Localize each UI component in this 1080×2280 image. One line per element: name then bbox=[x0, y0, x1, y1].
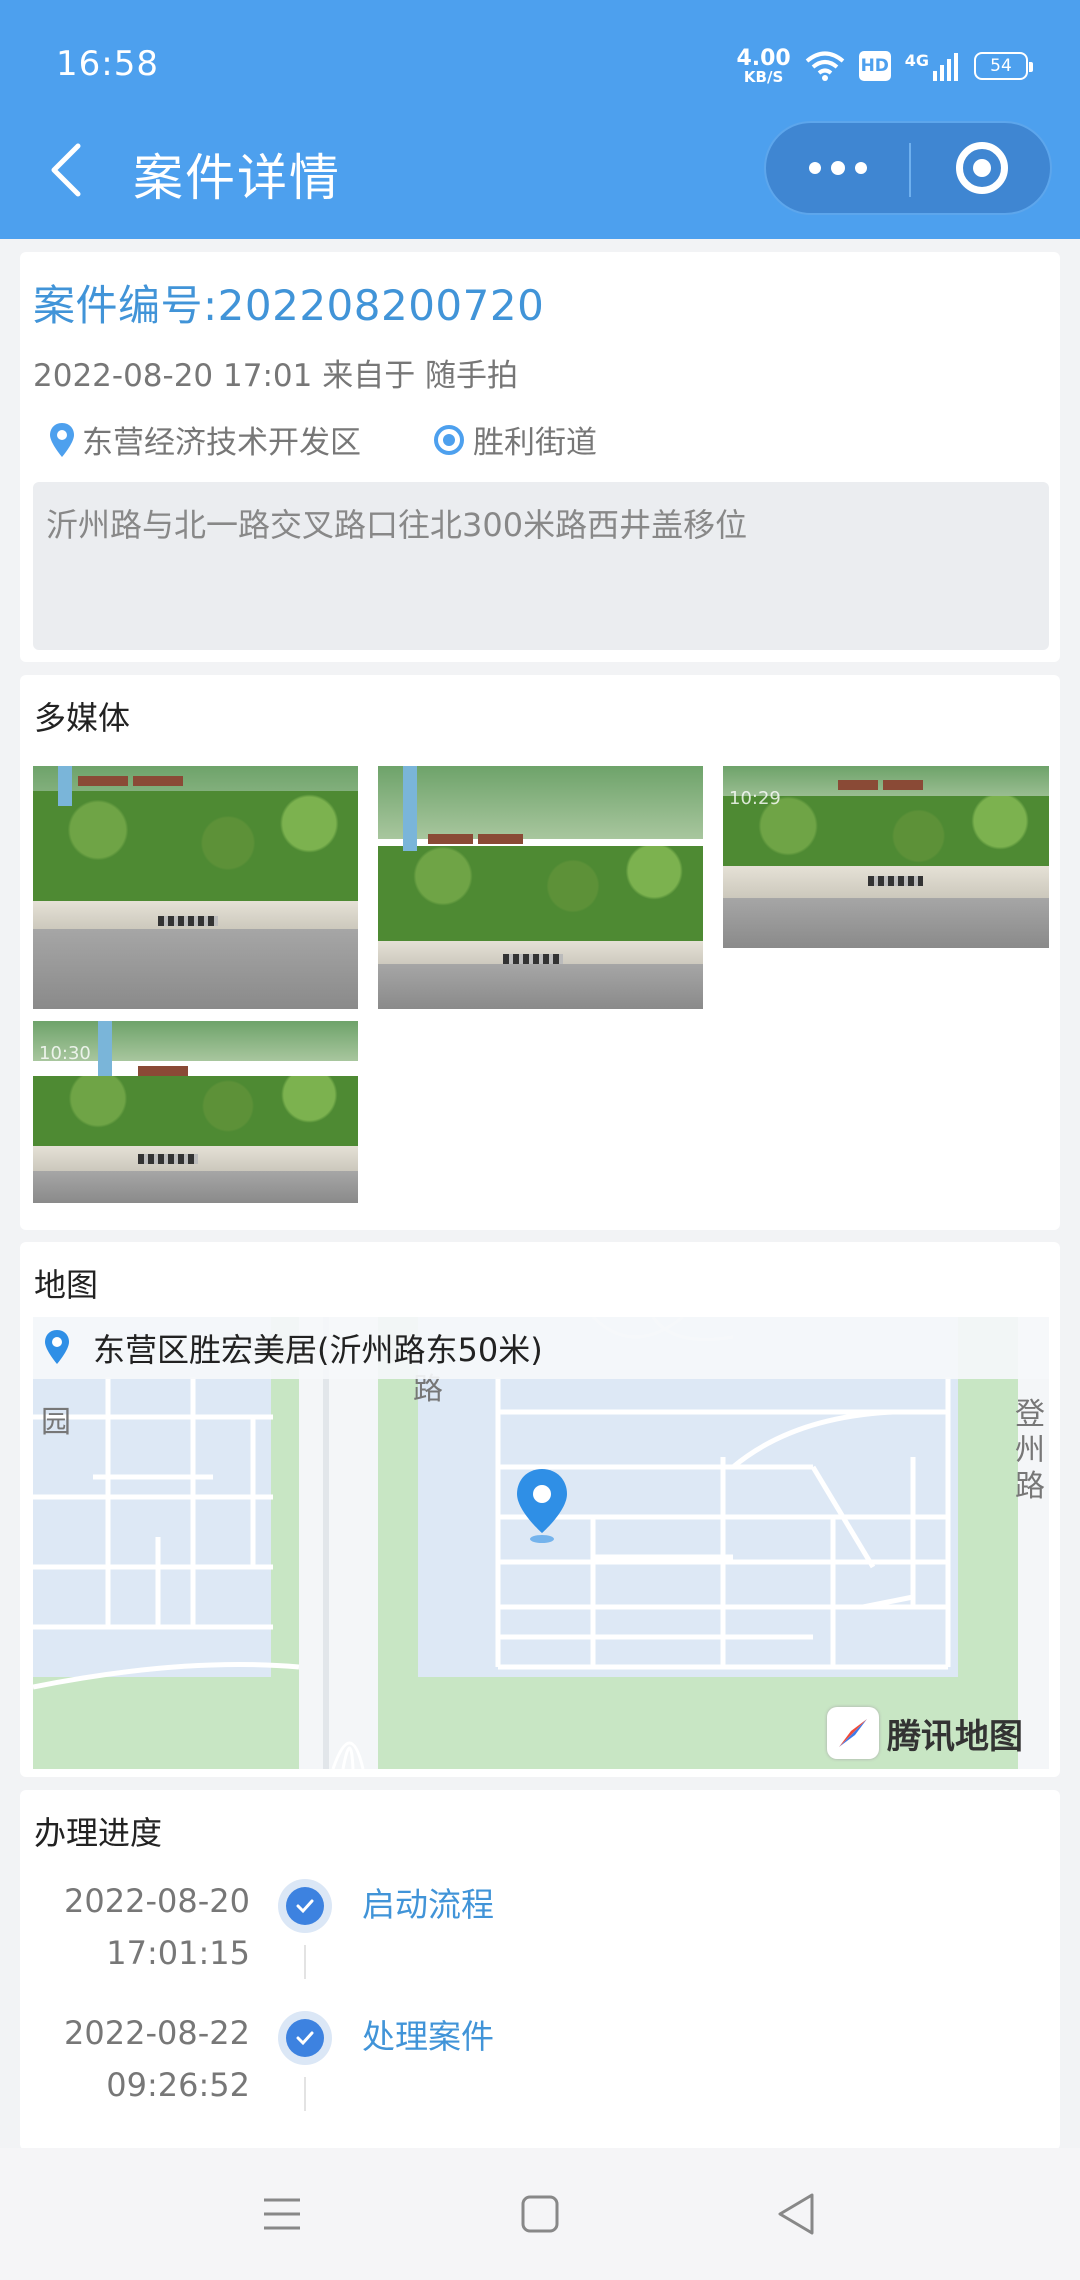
network-speed-value: 4.00 bbox=[736, 45, 791, 71]
map-view[interactable]: 东营区胜宏美居(沂州路东50米) 路 登州路 园 腾讯地图 bbox=[33, 1317, 1049, 1769]
street-label: 胜利街道 bbox=[473, 425, 597, 461]
home-icon[interactable] bbox=[508, 2182, 572, 2246]
photo-timestamp: 10:29 bbox=[729, 788, 781, 809]
case-description: 沂州路与北一路交叉路口往北300米路西井盖移位 bbox=[33, 482, 1049, 650]
step-date: 2022-08-22 bbox=[64, 2014, 250, 2052]
map-card: 地图 东营区胜宏美居(沂州路东50米) 路 登州路 园 腾讯地图 bbox=[20, 1242, 1060, 1777]
media-photo[interactable] bbox=[378, 766, 703, 1009]
step-time: 09:26:52 bbox=[106, 2066, 250, 2104]
more-dot-icon bbox=[854, 162, 867, 174]
battery-icon: 54 bbox=[974, 52, 1033, 80]
step-date: 2022-08-20 bbox=[64, 1882, 250, 1920]
step-datetime: 2022-08-20 17:01:15 bbox=[64, 1875, 250, 1979]
step-label: 启动流程 bbox=[362, 1885, 494, 1924]
wifi-icon bbox=[805, 51, 845, 81]
district-tag: 东营经济技术开发区 bbox=[48, 417, 361, 462]
page-title: 案件详情 bbox=[133, 149, 341, 207]
timeline-connector bbox=[304, 2077, 306, 2111]
network-type: 4G bbox=[904, 51, 929, 70]
map-address: 东营区胜宏美居(沂州路东50米) bbox=[93, 1331, 543, 1369]
location-row: 东营经济技术开发区 胜利街道 bbox=[48, 417, 597, 462]
map-section-title: 地图 bbox=[34, 1266, 99, 1304]
map-provider-name: 腾讯地图 bbox=[887, 1716, 1023, 1757]
more-button[interactable] bbox=[766, 123, 909, 213]
compass-icon bbox=[827, 1707, 879, 1759]
network-speed: 4.00 KB/S bbox=[736, 45, 791, 86]
media-photo[interactable]: 10:29 bbox=[723, 766, 1049, 948]
network-speed-unit: KB/S bbox=[743, 67, 784, 86]
miniprogram-capsule bbox=[764, 121, 1052, 215]
signal-4g: 4G bbox=[905, 51, 960, 81]
step-time: 17:01:15 bbox=[106, 1934, 250, 1972]
location-marker-icon bbox=[517, 1469, 567, 1543]
step-datetime: 2022-08-22 09:26:52 bbox=[64, 2007, 250, 2111]
system-nav-bar bbox=[0, 2148, 1080, 2280]
status-time: 16:58 bbox=[56, 44, 159, 84]
progress-card: 办理进度 2022-08-20 17:01:15 启动流程 2022-08-22… bbox=[20, 1790, 1060, 2150]
step-label: 处理案件 bbox=[362, 2017, 494, 2056]
more-dot-icon bbox=[808, 162, 821, 174]
progress-section-title: 办理进度 bbox=[34, 1814, 163, 1852]
map-address-bar: 东营区胜宏美居(沂州路东50米) bbox=[33, 1317, 1049, 1379]
back-icon[interactable] bbox=[44, 140, 88, 200]
progress-timeline: 2022-08-20 17:01:15 启动流程 2022-08-22 09:2… bbox=[20, 1875, 1060, 2139]
media-photo[interactable] bbox=[33, 766, 358, 1009]
menu-icon[interactable] bbox=[250, 2182, 314, 2246]
map-area-label: 园 bbox=[41, 1405, 71, 1440]
map-provider-logo: 腾讯地图 bbox=[827, 1707, 1023, 1759]
timeline-step: 2022-08-20 17:01:15 启动流程 bbox=[20, 1875, 1060, 2007]
app-header: 16:58 4.00 KB/S HD 4G 54 案件详情 bbox=[0, 0, 1080, 239]
media-section-title: 多媒体 bbox=[34, 699, 131, 737]
timeline-step: 2022-08-22 09:26:52 处理案件 bbox=[20, 2007, 1060, 2139]
timeline-connector bbox=[304, 1945, 306, 1979]
photo-timestamp: 10:30 bbox=[39, 1043, 91, 1064]
case-number: 案件编号:202208200720 bbox=[33, 281, 545, 330]
case-info-card: 案件编号:202208200720 2022-08-20 17:01 来自于 随… bbox=[20, 252, 1060, 662]
map-pin-icon bbox=[45, 1330, 69, 1364]
case-meta: 2022-08-20 17:01 来自于 随手拍 bbox=[33, 358, 519, 394]
location-target-icon bbox=[434, 424, 464, 455]
status-icons: 4.00 KB/S HD 4G 54 bbox=[736, 44, 1033, 88]
media-card: 多媒体 10:29 10:30 bbox=[20, 675, 1060, 1230]
district-label: 东营经济技术开发区 bbox=[82, 425, 361, 461]
check-icon bbox=[278, 2011, 332, 2065]
media-photo[interactable]: 10:30 bbox=[33, 1021, 358, 1203]
map-pin-icon bbox=[50, 422, 74, 457]
map-road-label: 登州路 bbox=[1015, 1397, 1045, 1504]
hd-badge: HD bbox=[858, 51, 891, 81]
check-icon bbox=[278, 1879, 332, 1933]
more-dot-icon bbox=[830, 161, 845, 175]
target-icon bbox=[955, 142, 1008, 194]
signal-icon bbox=[933, 53, 958, 81]
close-miniprogram-button[interactable] bbox=[911, 123, 1052, 213]
back-triangle-icon[interactable] bbox=[764, 2182, 828, 2246]
street-tag: 胜利街道 bbox=[431, 417, 597, 462]
